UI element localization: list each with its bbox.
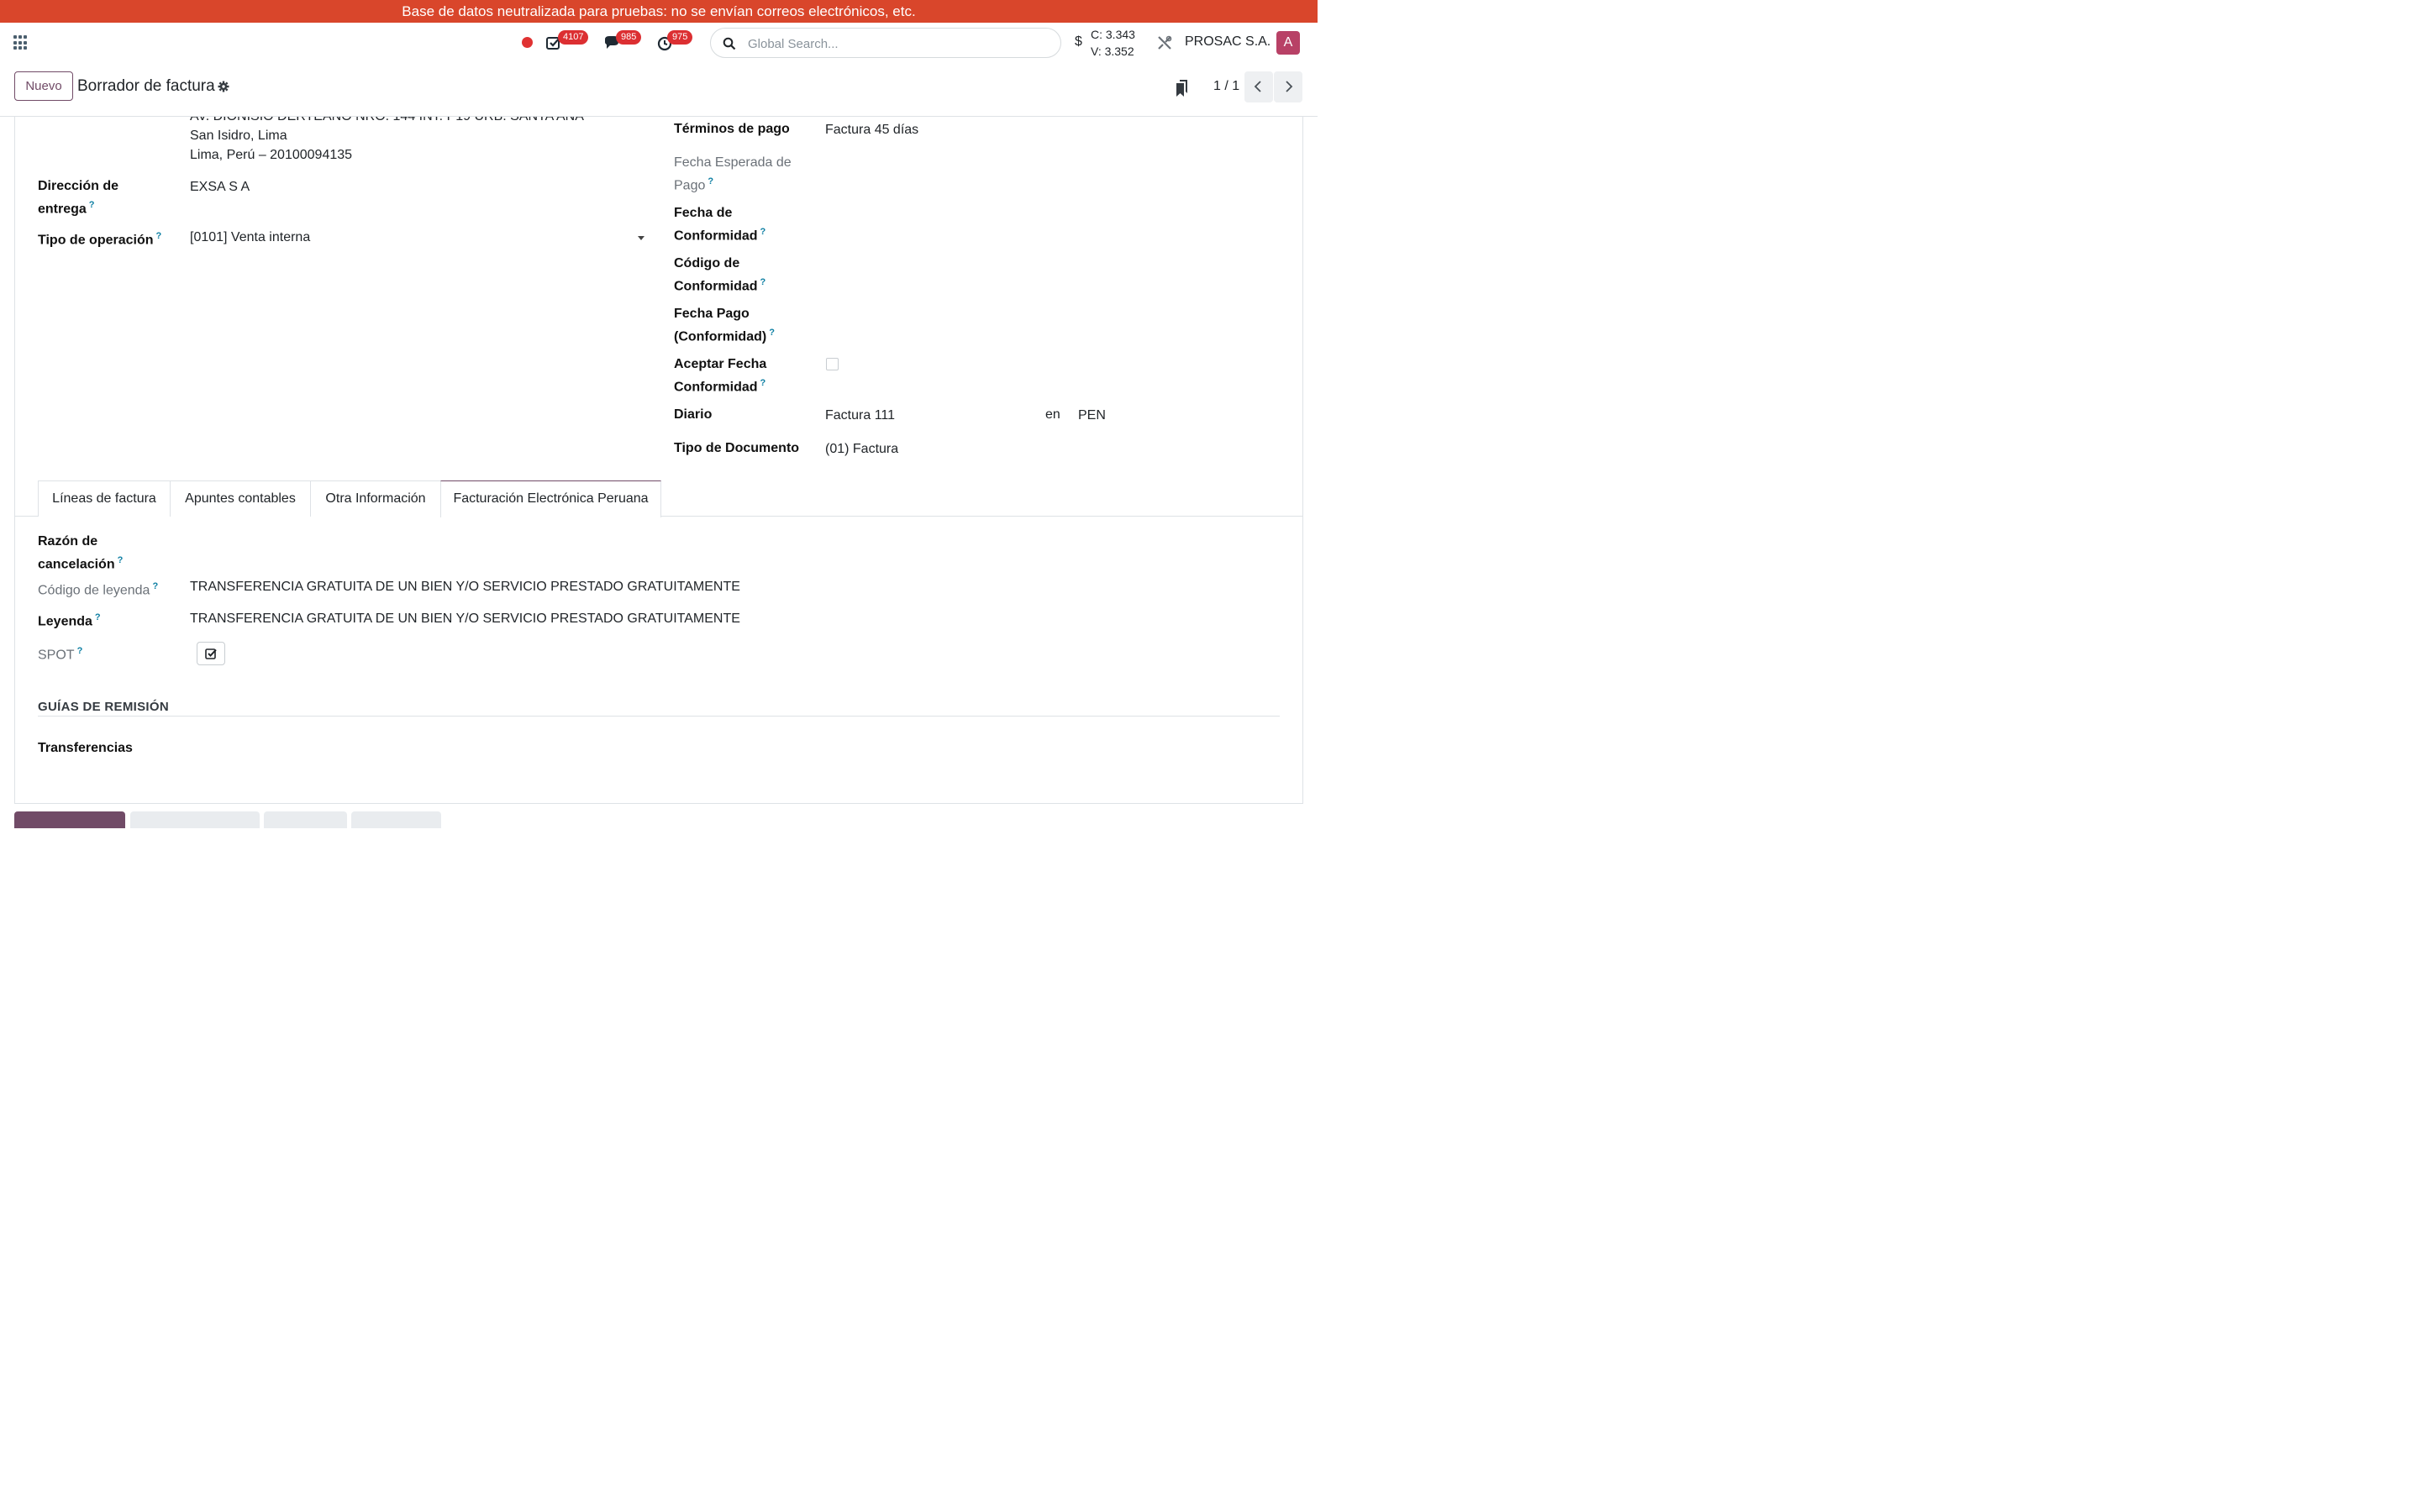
help-tooltip-icon[interactable]: ?	[760, 378, 766, 388]
recording-indicator-icon[interactable]	[522, 37, 533, 48]
search-icon	[723, 37, 736, 50]
legend-label: Leyenda?	[38, 612, 101, 629]
chevron-left-icon	[1254, 81, 1261, 92]
legend-field[interactable]: TRANSFERENCIA GRATUITA DE UN BIEN Y/O SE…	[190, 609, 740, 628]
help-tooltip-icon[interactable]: ?	[118, 555, 124, 565]
accept-conformity-date-label: Aceptar Fecha Conformidad?	[674, 357, 767, 395]
customer-address-line-1: AV. DIONISIO DERTEANO NRO. 144 INT. P19 …	[190, 117, 584, 126]
tab-journal-items[interactable]: Apuntes contables	[170, 480, 311, 517]
pager-next-button[interactable]	[1274, 71, 1302, 102]
spot-label: SPOT?	[38, 646, 83, 663]
delivery-address-label: Dirección de entrega?	[38, 179, 119, 217]
exchange-rates[interactable]: C: 3.343 V: 3.352	[1091, 26, 1135, 60]
section-title-remission-guides: GUÍAS DE REMISIÓN	[38, 700, 169, 714]
payment-terms-label: Términos de pago	[674, 122, 790, 136]
journal-in-text: en	[1045, 407, 1060, 422]
debug-tools-icon[interactable]	[1156, 34, 1173, 51]
user-avatar[interactable]: A	[1276, 31, 1300, 55]
operation-type-select[interactable]: [0101] Venta interna	[190, 228, 310, 247]
help-tooltip-icon[interactable]: ?	[95, 612, 101, 622]
help-tooltip-icon[interactable]: ?	[760, 227, 766, 237]
new-button[interactable]: Nuevo	[14, 71, 73, 101]
exchange-rate-buy: C: 3.343	[1091, 28, 1135, 41]
document-type-label: Tipo de Documento	[674, 441, 800, 455]
form-sheet: AV. DIONISIO DERTEANO NRO. 144 INT. P19 …	[14, 117, 1303, 804]
caret-down-icon[interactable]	[638, 236, 644, 240]
help-tooltip-icon[interactable]: ?	[77, 646, 83, 656]
conformity-code-label: Código de Conformidad?	[674, 256, 766, 294]
journal-field[interactable]: Factura 111	[825, 406, 895, 425]
help-tooltip-icon[interactable]: ?	[760, 277, 766, 287]
expected-payment-date-label: Fecha Esperada de Pago?	[674, 155, 792, 193]
cancel-reason-label: Razón de cancelación?	[38, 534, 124, 572]
help-tooltip-icon[interactable]: ?	[708, 176, 713, 186]
control-panel: Nuevo Borrador de factura 1 / 1	[0, 63, 1318, 117]
customer-address-line-2: San Isidro, Lima	[190, 129, 287, 143]
bookmarks-icon[interactable]	[1173, 79, 1190, 97]
chatter-activities-button[interactable]	[351, 811, 441, 828]
tab-other-info[interactable]: Otra Información	[310, 480, 441, 517]
exchange-rate-sell: V: 3.352	[1091, 45, 1134, 58]
section-divider	[38, 716, 1280, 717]
conformity-date-label: Fecha de Conformidad?	[674, 206, 766, 244]
global-search-input[interactable]	[748, 34, 1050, 54]
pager-value[interactable]: 1 / 1	[1213, 79, 1239, 94]
journal-label: Diario	[674, 407, 713, 422]
delivery-address-field[interactable]: EXSA S A	[190, 177, 250, 197]
timer-count-badge: 975	[667, 30, 693, 45]
help-tooltip-icon[interactable]: ?	[156, 231, 162, 241]
tab-invoice-lines[interactable]: Líneas de factura	[38, 480, 171, 517]
chatter-log-note-button[interactable]	[130, 811, 260, 828]
chevron-right-icon	[1286, 81, 1293, 92]
tab-peruvian-einvoicing[interactable]: Facturación Electrónica Peruana	[440, 480, 661, 517]
operation-type-label: Tipo de operación?	[38, 231, 162, 248]
messages-count-badge: 985	[616, 30, 642, 45]
currency-field[interactable]: PEN	[1078, 406, 1106, 425]
checked-square-icon	[205, 648, 217, 659]
accept-conformity-date-checkbox[interactable]	[826, 358, 839, 370]
document-type-field[interactable]: (01) Factura	[825, 439, 898, 459]
exchange-rate-dollar-icon[interactable]: $	[1075, 34, 1082, 50]
company-switcher[interactable]: PROSAC S.A.	[1185, 34, 1270, 50]
global-search-box[interactable]	[710, 28, 1061, 58]
gear-icon[interactable]	[218, 81, 229, 92]
legend-code-label: Código de leyenda?	[38, 581, 159, 598]
customer-address-line-3: Lima, Perú – 20100094135	[190, 148, 353, 162]
notebook-tabs: Líneas de factura Apuntes contables Otra…	[15, 480, 1302, 517]
help-tooltip-icon[interactable]: ?	[89, 200, 95, 210]
transfers-label: Transferencias	[38, 741, 133, 755]
help-tooltip-icon[interactable]: ?	[152, 581, 158, 591]
legend-code-field: TRANSFERENCIA GRATUITA DE UN BIEN Y/O SE…	[190, 580, 740, 594]
apps-menu-icon[interactable]	[13, 35, 29, 50]
breadcrumb-title: Borrador de factura	[77, 77, 215, 95]
help-tooltip-icon[interactable]: ?	[769, 328, 775, 338]
payment-terms-field[interactable]: Factura 45 días	[825, 120, 918, 139]
activities-count-badge: 4107	[558, 30, 589, 45]
chatter-whatsapp-button[interactable]	[264, 811, 347, 828]
spot-toggle-button[interactable]	[197, 642, 225, 665]
chatter-send-message-button[interactable]	[14, 811, 125, 828]
payment-date-conformity-label: Fecha Pago (Conformidad)?	[674, 307, 775, 344]
top-navbar: 4107 985 975 $ C: 3.343 V: 3.352 PROSAC …	[0, 23, 1318, 63]
pager-previous-button[interactable]	[1244, 71, 1273, 102]
neutralized-db-banner: Base de datos neutralizada para pruebas:…	[0, 0, 1318, 23]
